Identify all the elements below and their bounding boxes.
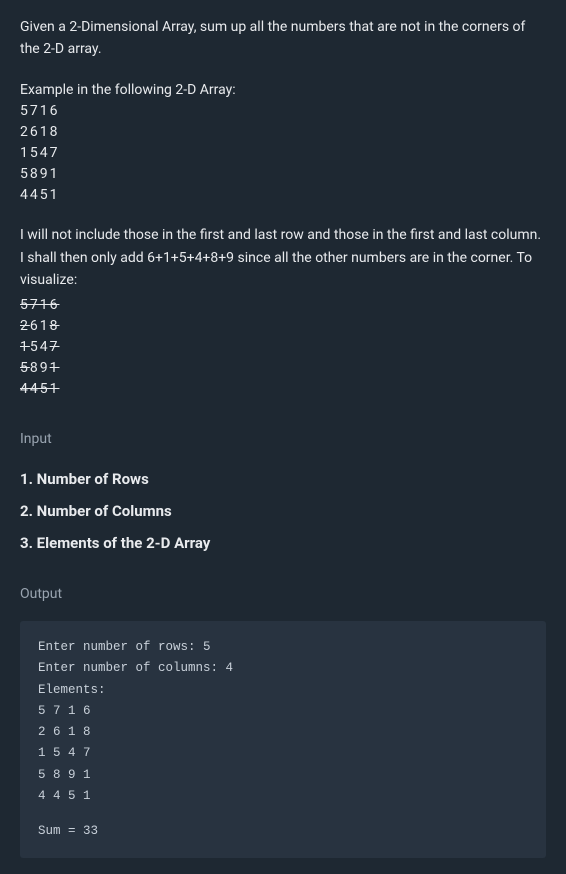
code-line: 1 5 4 7 <box>38 743 528 764</box>
input-section-label: Input <box>20 428 546 450</box>
strike-char: 8 <box>50 318 60 334</box>
mixed-row: 5891 <box>20 358 546 379</box>
code-line: 5 7 1 6 <box>38 701 528 722</box>
code-spacer <box>38 807 528 821</box>
mixed-row: 2618 <box>20 316 546 337</box>
problem-description: Given a 2-Dimensional Array, sum up all … <box>20 16 546 61</box>
array-row: 5891 <box>20 164 546 185</box>
code-line: Enter number of columns: 4 <box>38 658 528 679</box>
plain-chars: 54 <box>30 339 50 355</box>
code-line: Sum = 33 <box>38 821 528 842</box>
input-list: 1. Number of Rows 2. Number of Columns 3… <box>20 467 546 555</box>
array-row: 4451 <box>20 185 546 206</box>
array-row: 1547 <box>20 143 546 164</box>
strike-char: 2 <box>20 318 30 334</box>
example-array-block: Example in the following 2-D Array: 5716… <box>20 79 546 206</box>
strike-char: 5 <box>20 360 30 376</box>
strike-row: 5716 <box>20 295 546 316</box>
strike-row: 4451 <box>20 379 546 400</box>
strike-char: 7 <box>50 339 60 355</box>
mixed-row: 1547 <box>20 337 546 358</box>
input-item: 3. Elements of the 2-D Array <box>20 531 546 555</box>
plain-chars: 89 <box>30 360 50 376</box>
example-label: Example in the following 2-D Array: <box>20 79 546 101</box>
visualization-block: I will not include those in the first an… <box>20 224 546 400</box>
output-section-label: Output <box>20 583 546 605</box>
array-row: 5716 <box>20 101 546 122</box>
code-line: 4 4 5 1 <box>38 786 528 807</box>
explanation-text: I will not include those in the first an… <box>20 224 546 291</box>
code-line: 2 6 1 8 <box>38 722 528 743</box>
input-item: 2. Number of Columns <box>20 499 546 523</box>
output-code-block: Enter number of rows: 5 Enter number of … <box>20 621 546 858</box>
code-line: Elements: <box>38 680 528 701</box>
input-item: 1. Number of Rows <box>20 467 546 491</box>
strike-char: 1 <box>50 360 60 376</box>
code-line: Enter number of rows: 5 <box>38 637 528 658</box>
strike-char: 1 <box>20 339 30 355</box>
code-line: 5 8 9 1 <box>38 765 528 786</box>
array-row: 2618 <box>20 122 546 143</box>
plain-chars: 61 <box>30 318 50 334</box>
